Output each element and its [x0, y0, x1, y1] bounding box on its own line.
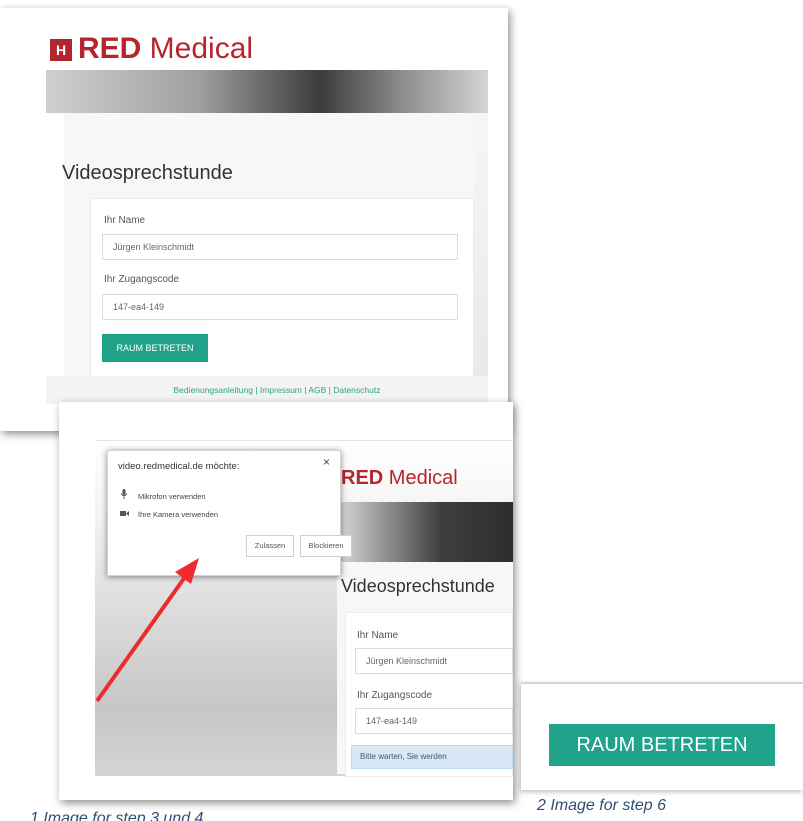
permission-camera: Ihre Kamera verwenden — [120, 509, 218, 519]
caption-step-3-4: 1 Image for step 3 und 4 — [30, 810, 204, 821]
name-input[interactable]: Jürgen Kleinschmidt — [355, 648, 513, 674]
red-medical-logo: H RED Medical — [50, 32, 253, 62]
access-code-input[interactable]: 147-ea4-149 — [102, 294, 458, 320]
screenshot-permission-prompt: RED Medical Videosprechstunde Ihr Name J… — [59, 402, 513, 800]
logo-text-light: Medical — [141, 32, 254, 62]
logo-text-light: Medical — [383, 467, 458, 489]
access-code-label: Ihr Zugangscode — [357, 690, 433, 701]
logo-text-bold: RED — [341, 467, 384, 489]
permission-dialog: video.redmedical.de möchte: × Mikrofon v… — [107, 450, 352, 576]
caption-step-6: 2 Image for step 6 — [537, 797, 666, 814]
browser-bar-line — [95, 440, 513, 441]
dialog-title: video.redmedical.de möchte: — [118, 461, 240, 472]
allow-button[interactable]: Zulassen — [246, 535, 294, 557]
name-input[interactable]: Jürgen Kleinschmidt — [102, 234, 458, 260]
permission-microphone-label: Mikrofon verwenden — [138, 492, 206, 501]
screenshot-enter-room-button: RAUM BETRETEN — [521, 682, 803, 790]
enter-room-button[interactable]: RAUM BETRETEN — [102, 334, 208, 362]
access-code-input[interactable]: 147-ea4-149 — [355, 708, 513, 734]
footer-links[interactable]: Bedienungsanleitung | Impressum | AGB | … — [46, 376, 488, 404]
block-button[interactable]: Blockieren — [300, 535, 352, 557]
logo-mark: H — [50, 39, 72, 62]
screenshot-login-page: H RED Medical Videosprechstunde Ihr Name … — [0, 8, 508, 431]
page-title: Videosprechstunde — [62, 162, 233, 184]
wait-message: Bitte warten, Sie werden — [351, 745, 513, 769]
red-medical-logo: RED Medical — [341, 467, 458, 490]
page-title: Videosprechstunde — [341, 576, 495, 596]
camera-icon — [120, 509, 130, 519]
permission-microphone: Mikrofon verwenden — [120, 489, 206, 501]
name-label: Ihr Name — [357, 630, 399, 641]
access-code-label: Ihr Zugangscode — [104, 274, 180, 285]
logo-text-bold: RED — [78, 32, 142, 62]
enter-room-button[interactable]: RAUM BETRETEN — [549, 724, 775, 766]
name-label: Ihr Name — [104, 215, 146, 226]
hero-image — [333, 502, 513, 562]
microphone-icon — [120, 489, 130, 501]
close-icon[interactable]: × — [323, 455, 330, 469]
permission-camera-label: Ihre Kamera verwenden — [138, 510, 219, 519]
